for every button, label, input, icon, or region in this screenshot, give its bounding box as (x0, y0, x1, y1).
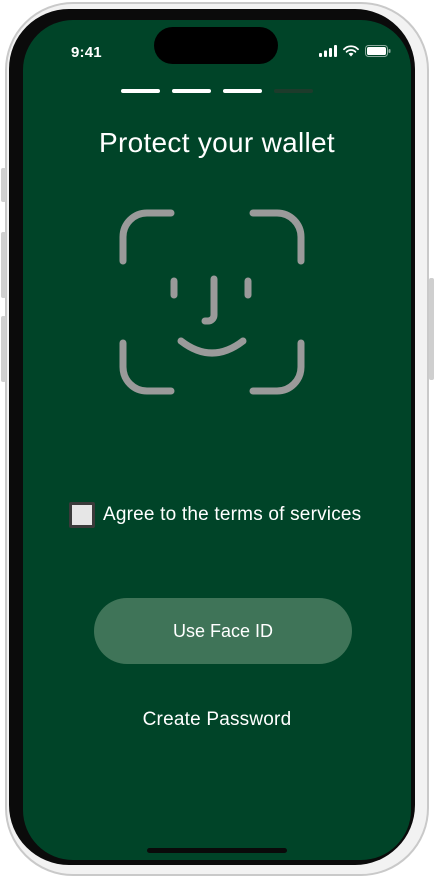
create-password-link[interactable]: Create Password (23, 709, 411, 731)
page-title: Protect your wallet (98, 127, 336, 158)
progress-step (274, 89, 313, 93)
status-time: 9:41 (71, 44, 102, 61)
battery-icon (365, 45, 391, 57)
onboarding-progress (121, 89, 313, 93)
face-id-icon (119, 209, 305, 395)
cellular-signal-icon (319, 45, 337, 57)
dynamic-island (154, 27, 278, 64)
terms-row[interactable]: Agree to the terms of services (69, 502, 361, 528)
home-indicator[interactable] (147, 848, 287, 853)
terms-label: Agree to the terms of services (103, 504, 362, 525)
progress-step (121, 89, 160, 93)
volume-down-button (1, 316, 6, 382)
terms-checkbox[interactable] (69, 502, 95, 528)
wifi-icon (343, 45, 359, 57)
app-screen: 9:41 Protect your wallet Agree to the te… (23, 20, 411, 860)
use-face-id-button[interactable]: Use Face ID (94, 598, 352, 664)
action-button (1, 168, 6, 202)
status-icons (319, 45, 391, 57)
volume-up-button (1, 232, 6, 298)
progress-step (172, 89, 211, 93)
progress-step (223, 89, 262, 93)
power-button (429, 278, 434, 380)
